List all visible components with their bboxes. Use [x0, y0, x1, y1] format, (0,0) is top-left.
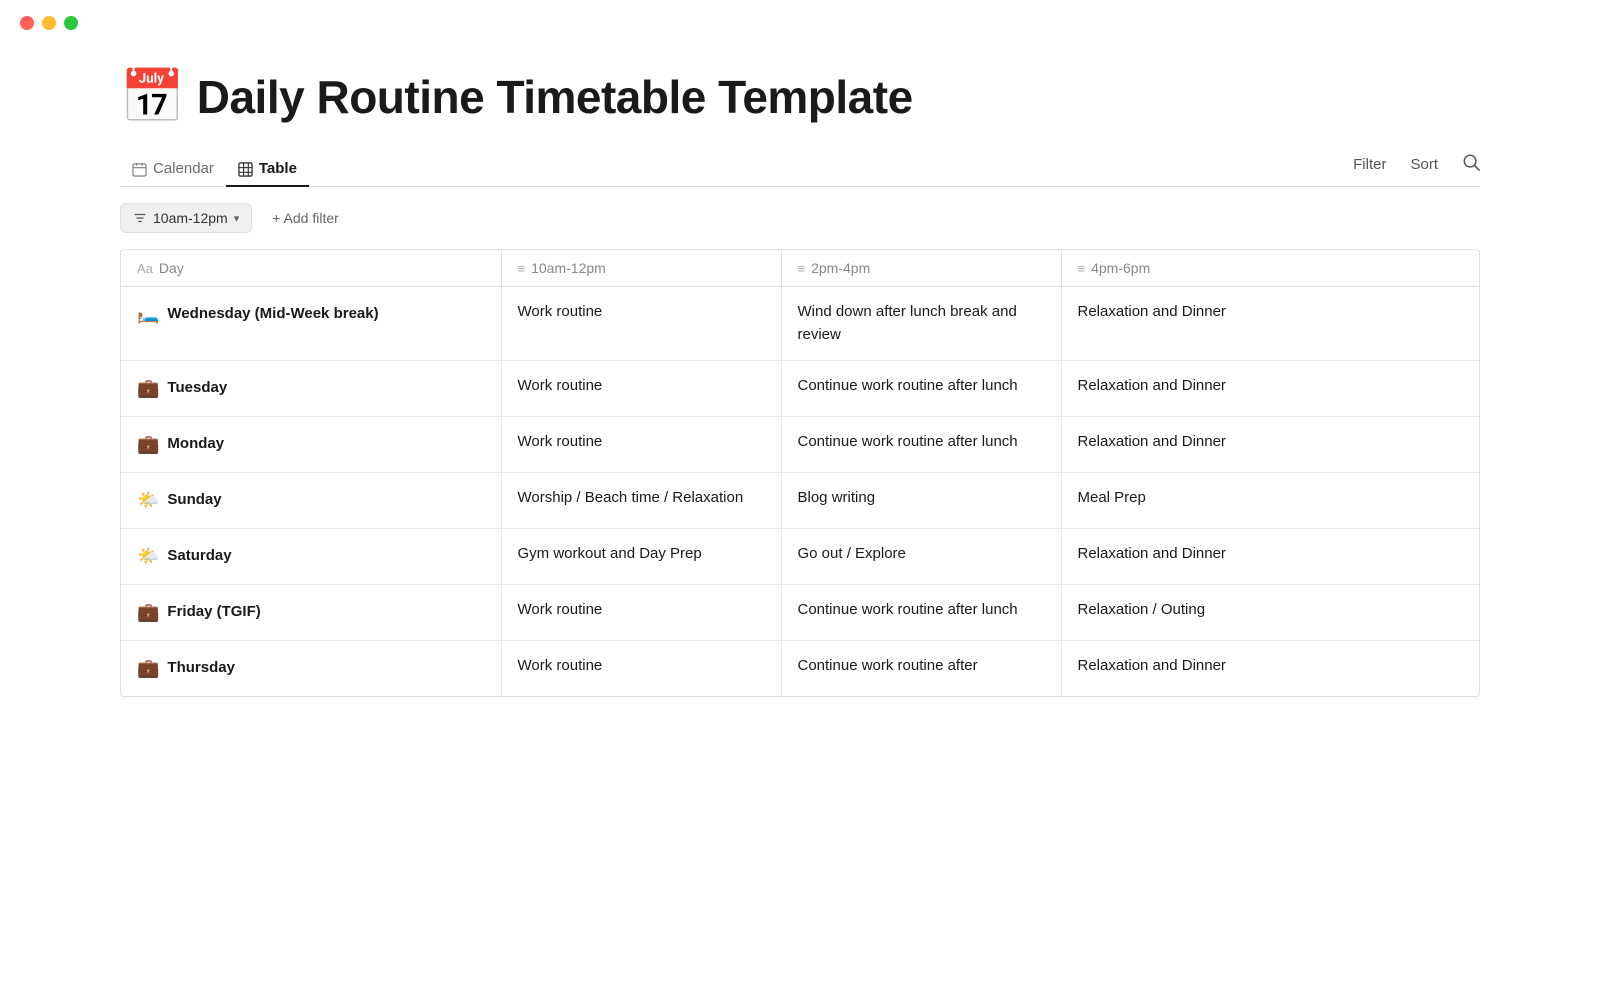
main-content: 📅 Daily Routine Timetable Template Calen…	[0, 46, 1600, 737]
table-row[interactable]: 💼 Tuesday Work routine Continue work rou…	[121, 361, 1479, 417]
cell-4pm-2: Relaxation and Dinner	[1061, 417, 1479, 473]
cell-4pm-1: Relaxation and Dinner	[1061, 361, 1479, 417]
cell-10am-1: Work routine	[501, 361, 781, 417]
col-day-label: Day	[159, 260, 184, 276]
day-emoji-1: 💼	[137, 375, 159, 402]
view-row: Calendar Table Filter Sort	[120, 152, 1480, 187]
filter-lines-icon	[133, 211, 147, 225]
cell-4pm-3: Meal Prep	[1061, 473, 1479, 529]
table-row[interactable]: 💼 Friday (TGIF) Work routine Continue wo…	[121, 585, 1479, 641]
day-cell-6: 💼 Thursday	[121, 641, 501, 697]
col-header-10am[interactable]: ≡ 10am-12pm	[501, 250, 781, 287]
cell-2pm-4: Go out / Explore	[781, 529, 1061, 585]
table-icon	[238, 160, 253, 177]
cell-10am-0: Work routine	[501, 287, 781, 361]
col-header-day[interactable]: Aa Day	[121, 250, 501, 287]
day-cell-1: 💼 Tuesday	[121, 361, 501, 417]
cell-2pm-5: Continue work routine after lunch	[781, 585, 1061, 641]
day-cell-0: 🛏️ Wednesday (Mid-Week break)	[121, 287, 501, 361]
filter-label: 10am-12pm	[153, 210, 228, 226]
table-row[interactable]: 🌤️ Sunday Worship / Beach time / Relaxat…	[121, 473, 1479, 529]
day-emoji-6: 💼	[137, 655, 159, 682]
day-cell-3: 🌤️ Sunday	[121, 473, 501, 529]
data-table: Aa Day ≡ 10am-12pm ≡ 2pm-4pm	[120, 249, 1480, 697]
traffic-light-green[interactable]	[64, 16, 78, 30]
list-icon-10am: ≡	[518, 261, 526, 276]
cell-2pm-6: Continue work routine after	[781, 641, 1061, 697]
day-emoji-2: 💼	[137, 431, 159, 458]
cell-4pm-5: Relaxation / Outing	[1061, 585, 1479, 641]
add-filter-button[interactable]: + Add filter	[264, 206, 347, 230]
tab-calendar-label: Calendar	[153, 160, 214, 177]
list-icon-2pm: ≡	[798, 261, 806, 276]
cell-10am-2: Work routine	[501, 417, 781, 473]
cell-10am-3: Worship / Beach time / Relaxation	[501, 473, 781, 529]
col-2pm-label: 2pm-4pm	[811, 260, 870, 276]
day-emoji-4: 🌤️	[137, 543, 159, 570]
cell-10am-4: Gym workout and Day Prep	[501, 529, 781, 585]
cell-10am-5: Work routine	[501, 585, 781, 641]
cell-2pm-1: Continue work routine after lunch	[781, 361, 1061, 417]
cell-4pm-4: Relaxation and Dinner	[1061, 529, 1479, 585]
calendar-icon	[132, 160, 147, 177]
table-row[interactable]: 💼 Monday Work routine Continue work rout…	[121, 417, 1479, 473]
table-row[interactable]: 🌤️ Saturday Gym workout and Day Prep Go …	[121, 529, 1479, 585]
col-4pm-label: 4pm-6pm	[1091, 260, 1150, 276]
filter-button[interactable]: 10am-12pm ▾	[120, 203, 252, 233]
page-header: 📅 Daily Routine Timetable Template	[120, 70, 1480, 124]
toolbar: 10am-12pm ▾ + Add filter	[120, 203, 1480, 233]
text-type-icon: Aa	[137, 261, 153, 276]
right-actions: Filter Sort	[1353, 153, 1480, 186]
day-emoji-5: 💼	[137, 599, 159, 626]
col-header-4pm[interactable]: ≡ 4pm-6pm	[1061, 250, 1479, 287]
traffic-light-yellow[interactable]	[42, 16, 56, 30]
col-header-2pm[interactable]: ≡ 2pm-4pm	[781, 250, 1061, 287]
cell-2pm-3: Blog writing	[781, 473, 1061, 529]
day-label-0: Wednesday (Mid-Week break)	[167, 303, 378, 326]
day-cell-5: 💼 Friday (TGIF)	[121, 585, 501, 641]
sort-action[interactable]: Sort	[1410, 156, 1438, 173]
list-icon-4pm: ≡	[1078, 261, 1086, 276]
day-label-1: Tuesday	[167, 377, 227, 400]
day-label-6: Thursday	[167, 657, 235, 680]
window-chrome	[0, 0, 1600, 46]
cell-10am-6: Work routine	[501, 641, 781, 697]
cell-2pm-2: Continue work routine after lunch	[781, 417, 1061, 473]
filter-action[interactable]: Filter	[1353, 156, 1386, 173]
cell-4pm-6: Relaxation and Dinner	[1061, 641, 1479, 697]
traffic-light-red[interactable]	[20, 16, 34, 30]
search-icon[interactable]	[1462, 153, 1480, 176]
chevron-down-icon: ▾	[234, 212, 240, 225]
day-emoji-0: 🛏️	[137, 301, 159, 328]
day-emoji-3: 🌤️	[137, 487, 159, 514]
table-header-row: Aa Day ≡ 10am-12pm ≡ 2pm-4pm	[121, 250, 1479, 287]
toolbar-left: 10am-12pm ▾ + Add filter	[120, 203, 347, 233]
table-row[interactable]: 🛏️ Wednesday (Mid-Week break) Work routi…	[121, 287, 1479, 361]
cell-2pm-0: Wind down after lunch break and review	[781, 287, 1061, 361]
tab-table-label: Table	[259, 160, 297, 177]
add-filter-label: + Add filter	[272, 210, 339, 226]
tab-table[interactable]: Table	[226, 152, 309, 187]
tab-calendar[interactable]: Calendar	[120, 152, 226, 187]
page-title: Daily Routine Timetable Template	[197, 70, 913, 124]
col-10am-label: 10am-12pm	[531, 260, 606, 276]
day-cell-4: 🌤️ Saturday	[121, 529, 501, 585]
cell-4pm-0: Relaxation and Dinner	[1061, 287, 1479, 361]
day-label-4: Saturday	[167, 545, 231, 568]
page-icon: 📅	[120, 71, 185, 123]
day-label-2: Monday	[167, 433, 224, 456]
day-cell-2: 💼 Monday	[121, 417, 501, 473]
table-row[interactable]: 💼 Thursday Work routine Continue work ro…	[121, 641, 1479, 697]
day-label-5: Friday (TGIF)	[167, 601, 260, 624]
day-label-3: Sunday	[167, 489, 221, 512]
